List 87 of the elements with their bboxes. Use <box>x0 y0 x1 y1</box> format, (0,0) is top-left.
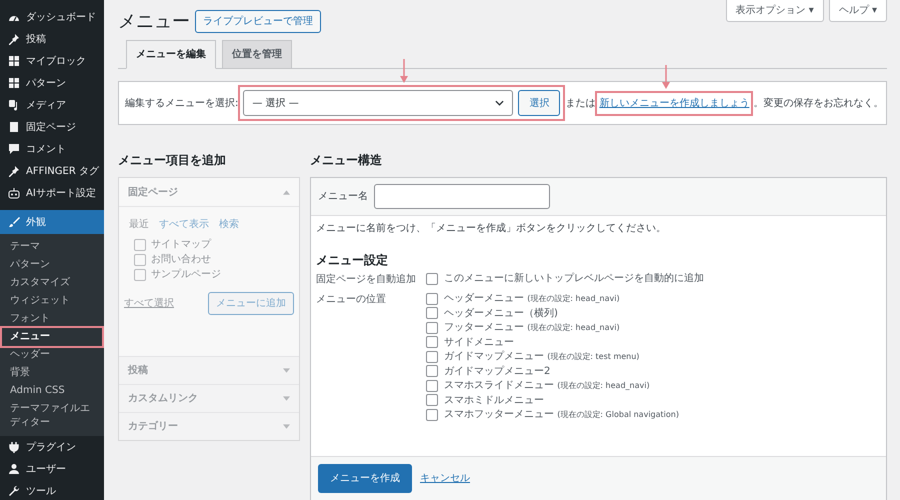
checkbox[interactable] <box>426 272 438 285</box>
checkbox[interactable] <box>426 322 438 334</box>
checkbox-label: ガイドマップメニュー (現在の設定: test menu) <box>444 350 640 364</box>
checkbox-label: スマホミドルメニュー <box>444 394 544 408</box>
plug-icon <box>8 441 20 453</box>
save-reminder-text: 。変更の保存をお忘れなく。 <box>753 96 884 110</box>
arrow-icon <box>400 59 408 83</box>
checkbox-label: スマホフッターメニュー (現在の設定: Global navigation) <box>444 408 679 422</box>
page-title: メニュー <box>118 10 190 34</box>
cancel-link[interactable]: キャンセル <box>420 471 470 486</box>
checkbox[interactable] <box>426 408 438 421</box>
create-menu-button[interactable]: メニューを作成 <box>318 464 412 493</box>
submenu-item[interactable]: テーマ <box>2 238 102 256</box>
checkbox[interactable] <box>426 292 438 305</box>
user-icon <box>8 463 20 475</box>
pin-icon <box>8 33 20 45</box>
checkbox-label: ヘッダーメニュー (現在の設定: head_navi) <box>444 292 620 306</box>
wrench-icon <box>8 485 20 497</box>
checkbox[interactable] <box>426 350 438 363</box>
submenu-item[interactable]: ヘッダー <box>2 346 102 364</box>
live-preview-button[interactable]: ライブプレビューで管理 <box>195 10 321 33</box>
sidebar-item[interactable]: 外観 <box>0 210 104 234</box>
grid-icon <box>8 55 20 67</box>
brush-icon <box>8 216 20 228</box>
submenu-item[interactable]: Admin CSS <box>2 382 102 400</box>
field-label: メニューの位置 <box>316 292 387 306</box>
comment-icon <box>8 143 20 155</box>
menu-select[interactable]: — 選択 — <box>243 90 514 116</box>
checkbox-label: フッターメニュー (現在の設定: head_navi) <box>444 321 620 336</box>
caret-icon <box>283 396 290 401</box>
instruction-text: メニューに名前をつけ、「メニューを作成」ボタンをクリックしてください。 <box>316 222 667 236</box>
sidebar-item[interactable]: プラグイン <box>0 436 104 458</box>
checkbox[interactable] <box>426 365 438 378</box>
sidebar-item[interactable]: マイブロック <box>0 50 104 72</box>
submenu-item[interactable]: テーマファイルエディター <box>2 400 102 432</box>
arrow-icon <box>662 64 670 88</box>
section-heading: メニュー構造 <box>310 152 383 169</box>
sidebar-item[interactable]: 投稿 <box>0 28 104 50</box>
section-heading: メニュー項目を追加 <box>118 152 227 169</box>
submenu-item[interactable]: カスタマイズ <box>2 274 102 292</box>
checkbox-label: ヘッダーメニュー（横列) <box>444 306 558 321</box>
pin-icon <box>8 165 20 177</box>
submenu-item[interactable]: ウィジェット <box>2 292 102 310</box>
checkbox-label: お問い合わせ <box>151 253 211 267</box>
select-button[interactable]: 選択 <box>518 90 560 116</box>
sidebar-item[interactable]: コメント <box>0 138 104 160</box>
checkbox-label: サンプルページ <box>151 268 221 282</box>
help-button[interactable]: ヘルプ ▾ <box>828 0 887 22</box>
sidebar-item[interactable]: ダッシュボード <box>0 6 104 28</box>
screen-options-button[interactable]: 表示オプション ▾ <box>726 0 824 22</box>
menu-name-field[interactable] <box>374 184 550 209</box>
sidebar-item[interactable]: パターン <box>0 72 104 94</box>
or-text: または <box>565 96 596 110</box>
field-label: 固定ページを自動追加 <box>316 272 417 286</box>
caret-icon <box>283 424 290 429</box>
select-label: 編集するメニューを選択: <box>125 96 238 110</box>
sidebar-item[interactable]: AIサポート設定 <box>0 182 104 204</box>
robot-icon <box>8 187 20 199</box>
sidebar-item[interactable]: ツール <box>0 480 104 500</box>
sidebar-item[interactable]: ユーザー <box>0 458 104 480</box>
checkbox[interactable] <box>426 336 438 348</box>
chevron-icon <box>495 100 504 106</box>
create-menu-link[interactable]: 新しいメニューを作成しましょう <box>599 96 750 110</box>
submenu-item[interactable]: 背景 <box>2 364 102 382</box>
field-label: メニュー名 <box>318 190 368 204</box>
settings-heading: メニュー設定 <box>316 252 389 269</box>
sidebar-item[interactable]: メディア <box>0 94 104 116</box>
checkbox[interactable] <box>426 307 438 320</box>
submenu-item[interactable]: フォント <box>2 310 102 328</box>
sidebar-item[interactable]: 固定ページ <box>0 116 104 138</box>
checkbox-label: サイドメニュー <box>444 336 514 350</box>
tab[interactable]: メニューを編集 <box>126 40 216 69</box>
checkbox[interactable] <box>426 394 438 406</box>
submenu-item[interactable]: パターン <box>2 256 102 274</box>
caret-icon <box>283 190 290 194</box>
checkbox-label: このメニューに新しいトップレベルページを自動的に追加 <box>444 272 704 286</box>
checkbox[interactable] <box>426 380 438 392</box>
submenu-item[interactable]: メニュー <box>2 328 102 346</box>
checkbox-label: ガイドマップメニュー2 <box>444 364 550 379</box>
tab[interactable]: 位置を管理 <box>222 40 292 68</box>
grid-icon <box>8 77 20 89</box>
media-icon <box>8 99 20 111</box>
sidebar-item[interactable]: AFFINGER タグ <box>0 160 104 182</box>
checkbox-label: スマホスライドメニュー (現在の設定: head_navi) <box>444 379 650 394</box>
caret-icon <box>283 368 290 373</box>
checkbox-label: サイトマップ <box>151 238 211 252</box>
page-icon <box>8 121 20 133</box>
